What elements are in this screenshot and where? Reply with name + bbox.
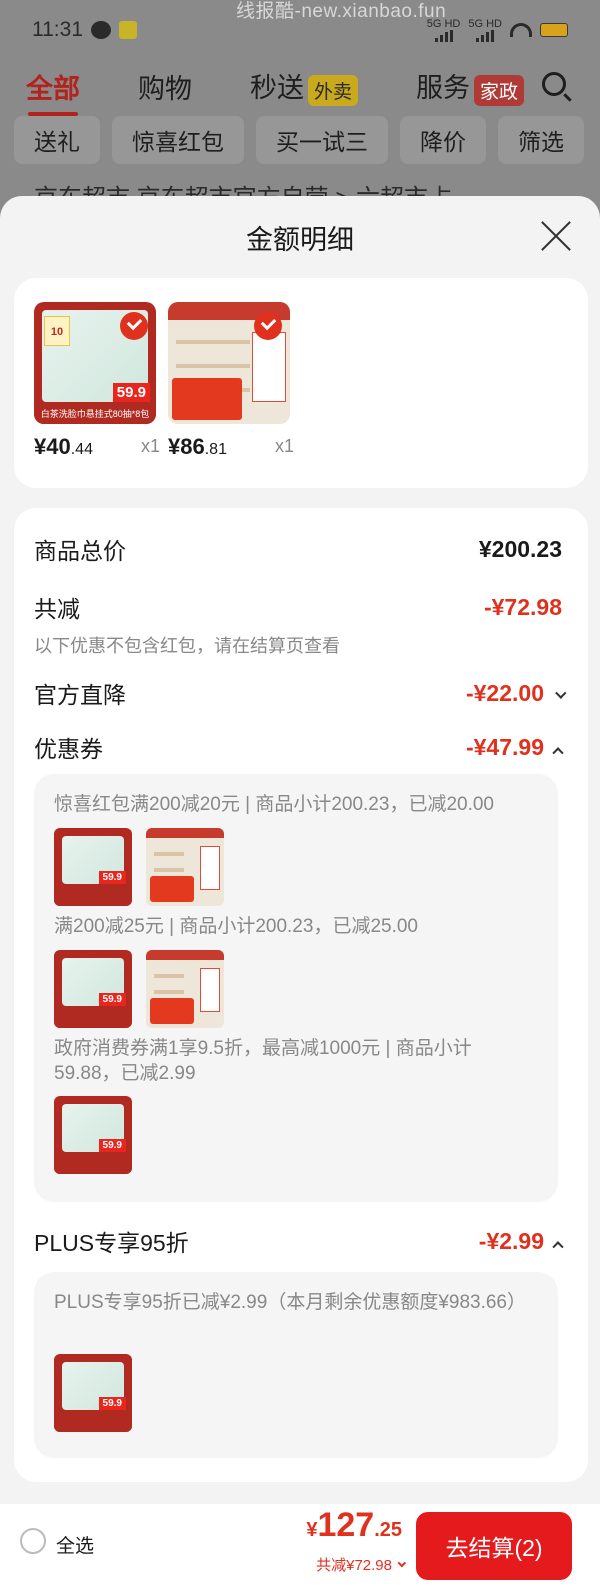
plus-discount-value: -¥2.99 xyxy=(478,1227,544,1254)
select-all-radio[interactable] xyxy=(20,1528,46,1554)
watermark: 线报酷-new.xianbao.fun xyxy=(236,1,447,22)
product-qty: x1 xyxy=(274,436,294,456)
product-price-int: ¥86 xyxy=(168,434,205,459)
app-notification-icon xyxy=(119,21,137,39)
discount-note: 以下优惠不包含红包，请在结算页查看 xyxy=(34,636,340,656)
wifi-icon xyxy=(510,23,532,37)
chip-gift[interactable]: 送礼 xyxy=(14,116,100,164)
tab-express-label: 秒送 xyxy=(250,73,304,104)
total-currency: ¥ xyxy=(306,1519,318,1541)
signal-icon-2: 5G HD xyxy=(468,17,502,42)
chevron-down-icon[interactable] xyxy=(555,687,567,700)
plus-product-thumb: 59.9 xyxy=(54,1354,132,1432)
discount-total-label: 共减 xyxy=(34,596,80,622)
chip-price-drop[interactable]: 降价 xyxy=(400,116,486,164)
product-item[interactable]: 10 59.9 白茶洗脸巾悬挂式80抽*8包 ¥40.44 x1 xyxy=(34,302,160,460)
discount-total-value: -¥72.98 xyxy=(483,593,562,620)
product-card: 10 59.9 白茶洗脸巾悬挂式80抽*8包 ¥40.44 x1 ¥86.81 … xyxy=(14,278,588,488)
coupon-product-thumb xyxy=(146,828,224,906)
official-drop-value: -¥22.00 xyxy=(465,679,544,706)
tab-express[interactable]: 秒送 外卖 xyxy=(250,66,359,106)
discount-total-row: 共减 -¥72.98 xyxy=(34,590,562,624)
product-qty: x1 xyxy=(140,436,160,456)
status-time: 11:31 xyxy=(32,18,83,41)
chip-buy-one-try-three[interactable]: 买一试三 xyxy=(256,116,388,164)
total-dec: .25 xyxy=(374,1519,402,1541)
plus-discount-label: PLUS专享95折 xyxy=(34,1230,189,1256)
product-image: 10 59.9 白茶洗脸巾悬挂式80抽*8包 xyxy=(34,302,156,424)
price-breakdown-card: 商品总价 ¥200.23 共减 -¥72.98 以下优惠不包含红包，请在结算页查… xyxy=(14,508,588,1482)
saved-amount[interactable]: 共减¥72.98 xyxy=(316,1554,407,1575)
goods-total-row: 商品总价 ¥200.23 xyxy=(34,532,562,566)
chevron-up-icon[interactable] xyxy=(552,747,564,759)
select-all-label[interactable]: 全选 xyxy=(56,1531,94,1558)
product-tag: 10 xyxy=(44,316,70,346)
product-price-int: ¥40 xyxy=(34,434,71,459)
battery-icon xyxy=(540,23,568,37)
saved-text: 共减¥72.98 xyxy=(316,1557,392,1574)
selected-check-icon[interactable] xyxy=(254,312,282,340)
official-drop-row[interactable]: 官方直降 -¥22.00 xyxy=(34,676,567,710)
goods-total-value: ¥200.23 xyxy=(478,535,562,562)
checkout-button[interactable]: 去结算(2) xyxy=(416,1512,572,1580)
coupon-label: 优惠券 xyxy=(34,736,103,762)
product-price: ¥40.44 xyxy=(34,434,156,460)
goods-total-label: 商品总价 xyxy=(34,538,126,564)
official-drop-label: 官方直降 xyxy=(34,682,126,708)
search-icon[interactable] xyxy=(542,72,566,96)
selected-check-icon[interactable] xyxy=(120,312,148,340)
takeout-badge: 外卖 xyxy=(308,74,359,106)
coupon-value: -¥47.99 xyxy=(465,733,544,760)
chevron-down-icon xyxy=(397,1558,407,1568)
plus-discount-row[interactable]: PLUS专享95折 -¥2.99 xyxy=(34,1224,564,1258)
chevron-up-icon[interactable] xyxy=(552,1241,564,1253)
coupon-product-thumb: 59.9 xyxy=(54,1096,132,1174)
message-icon xyxy=(91,21,111,39)
tab-service[interactable]: 服务 家政 xyxy=(416,66,525,106)
housekeeping-badge: 家政 xyxy=(474,74,525,106)
coupon-product-thumb xyxy=(146,950,224,1028)
amount-detail-sheet: 金额明细 10 59.9 白茶洗脸巾悬挂式80抽*8包 ¥40.44 x1 ¥8… xyxy=(0,196,600,1594)
chip-filter[interactable]: 筛选 xyxy=(498,116,584,164)
tab-shopping[interactable]: 购物 xyxy=(138,67,192,106)
coupon-row[interactable]: 优惠券 -¥47.99 xyxy=(34,730,564,764)
pack-band-label: 白茶洗脸巾悬挂式80抽*8包 xyxy=(34,404,156,424)
coupon-detail-text: 政府消费券满1享9.5折，最高减1000元 | 商品小计59.88，已减2.99 xyxy=(54,1038,472,1084)
status-bar: 11:31 线报酷-new.xianbao.fun 5G HD 5G HD xyxy=(0,0,600,60)
tab-all[interactable]: 全部 xyxy=(26,67,80,116)
filter-chips: 送礼 惊喜红包 买一试三 降价 筛选 xyxy=(14,116,584,164)
chip-surprise-redpacket[interactable]: 惊喜红包 xyxy=(112,116,244,164)
product-item[interactable]: ¥86.81 x1 xyxy=(168,302,294,460)
sheet-title: 金额明细 xyxy=(246,225,354,255)
category-tabs: 全部 购物 秒送 外卖 服务 家政 xyxy=(0,64,600,116)
plus-detail-text: PLUS专享95折已减¥2.99（本月剩余优惠额度¥983.66） xyxy=(54,1292,526,1313)
product-price-dec: .81 xyxy=(204,441,227,458)
checkout-bar: 全选 ¥127.25 共减¥72.98 去结算(2) xyxy=(0,1504,600,1594)
product-price-dec: .44 xyxy=(70,441,93,458)
coupon-detail-text: 惊喜红包满200减20元 | 商品小计200.23，已减20.00 xyxy=(54,794,494,815)
plus-detail-panel: PLUS专享95折已减¥2.99（本月剩余优惠额度¥983.66） 59.9 xyxy=(34,1272,558,1458)
tab-service-label: 服务 xyxy=(416,73,471,104)
coupon-product-thumb: 59.9 xyxy=(54,950,132,1028)
total-int: 127 xyxy=(317,1506,375,1544)
coupon-detail-panel: 惊喜红包满200减20元 | 商品小计200.23，已减20.00 59.9 满… xyxy=(34,774,558,1202)
coupon-detail-text: 满200减25元 | 商品小计200.23，已减25.00 xyxy=(54,916,418,937)
pack-price-label: 59.9 xyxy=(112,383,150,402)
close-icon[interactable] xyxy=(540,220,572,252)
product-image xyxy=(168,302,290,424)
network-label-2: 5G HD xyxy=(468,17,502,30)
coupon-product-thumb: 59.9 xyxy=(54,828,132,906)
total-price: ¥127.25 xyxy=(306,1506,402,1545)
product-price: ¥86.81 xyxy=(168,434,290,460)
